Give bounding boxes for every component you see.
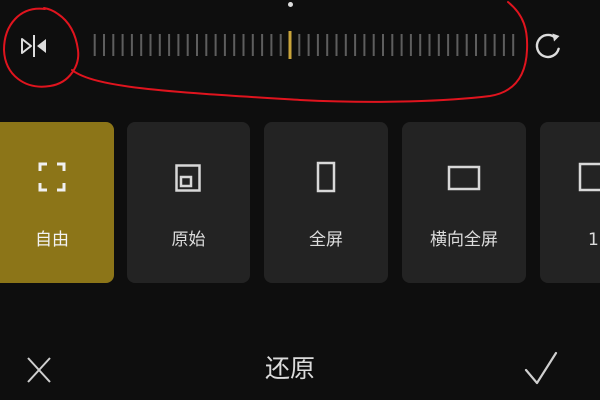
aspect-card-label: 自由 <box>35 230 69 250</box>
dial-indicator-dot <box>288 2 293 7</box>
aspect-card-label: 横向全屏 <box>430 230 498 250</box>
aspect-card-landscape-fullscreen[interactable]: 横向全屏 <box>402 122 526 283</box>
check-icon[interactable] <box>524 350 558 386</box>
close-icon[interactable] <box>26 356 52 384</box>
square-ratio-icon <box>578 162 600 192</box>
original-ratio-icon <box>175 164 201 192</box>
free-crop-icon <box>38 162 66 192</box>
aspect-card-label: 原始 <box>171 230 206 250</box>
flip-horizontal-icon[interactable] <box>18 30 50 62</box>
landscape-fullscreen-icon <box>447 165 481 191</box>
aspect-card-label: 1 <box>588 230 599 250</box>
aspect-card-free[interactable]: 自由 <box>0 122 114 283</box>
aspect-card-label: 全屏 <box>309 230 343 250</box>
aspect-card-fullscreen[interactable]: 全屏 <box>264 122 388 283</box>
portrait-fullscreen-icon <box>316 161 336 193</box>
aspect-card-square[interactable]: 1 <box>540 122 600 283</box>
rotate-icon[interactable] <box>532 30 564 62</box>
aspect-card-original[interactable]: 原始 <box>127 122 250 283</box>
crop-rotate-screen: 自由 原始 全屏 横向全屏 1 还原 <box>0 0 600 400</box>
rotation-dial[interactable] <box>86 28 520 62</box>
reset-button[interactable]: 还原 <box>240 351 340 387</box>
